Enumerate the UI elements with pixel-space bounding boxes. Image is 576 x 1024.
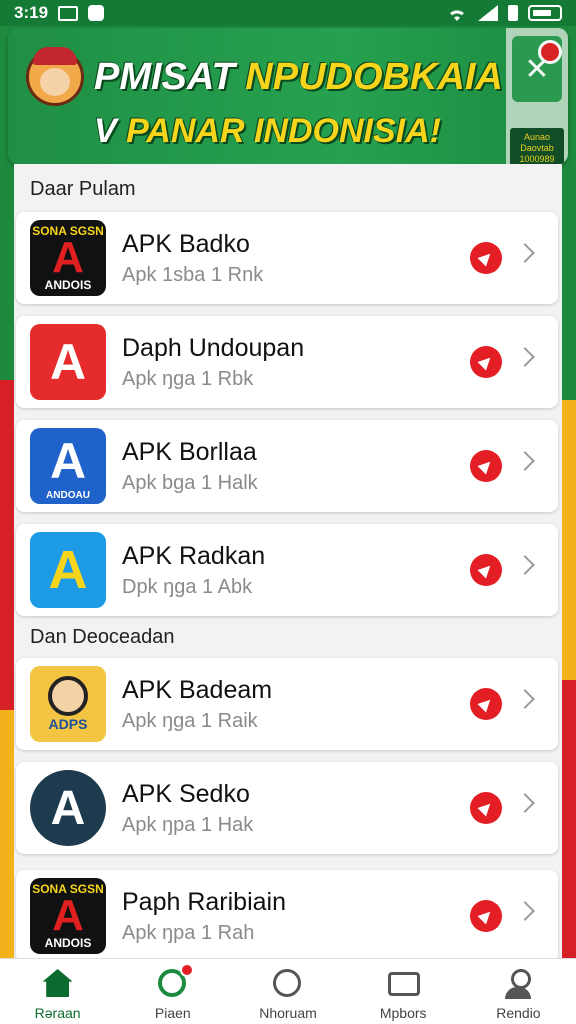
app-card[interactable]: SONA SGSN A ANDOIS Paph Raribiain Apk ŋp… xyxy=(16,870,558,962)
chevron-right-icon[interactable] xyxy=(515,347,535,367)
download-button[interactable] xyxy=(470,346,502,378)
home-icon xyxy=(42,969,73,999)
bottom-navigation: Rəraan Piaen Nhoruam Mpbors Rendio xyxy=(0,958,576,1024)
user-icon xyxy=(503,969,533,999)
section-title: Daar Pulam xyxy=(30,178,136,200)
download-button[interactable] xyxy=(470,792,502,824)
chevron-right-icon[interactable] xyxy=(515,451,535,471)
app-title: APK Borllaa xyxy=(122,438,257,466)
download-arrow-icon xyxy=(477,799,495,817)
status-time: 3:19 xyxy=(14,3,49,22)
app-subtitle: Apk ŋpa 1 Hak xyxy=(122,814,254,836)
notification-badge xyxy=(179,963,194,977)
download-arrow-icon xyxy=(477,561,495,579)
avatar xyxy=(48,676,88,716)
nav-label: Rəraan xyxy=(34,1005,81,1021)
app-card[interactable]: ADPS APK Badeam Apk ŋga 1 Raik xyxy=(16,658,558,750)
app-subtitle: Apk ŋga 1 Raik xyxy=(122,710,258,732)
app-title: APK Sedko xyxy=(122,780,250,808)
download-arrow-icon xyxy=(477,457,495,475)
chevron-right-icon[interactable] xyxy=(515,901,535,921)
banner-side-panel: ✕ Aunao Daovtab 1000989 xyxy=(506,28,568,164)
app-title: APK Badko xyxy=(122,230,250,258)
nav-pin[interactable]: Piaen xyxy=(115,959,230,1024)
status-bar: 3:19 xyxy=(0,0,576,26)
app-icon: A xyxy=(30,532,106,608)
app-subtitle: Apk ŋpa 1 Rah xyxy=(122,922,255,944)
notification-icon xyxy=(88,5,105,21)
download-arrow-icon xyxy=(477,353,495,371)
app-title: APK Badeam xyxy=(122,676,273,704)
nav-label: Piaen xyxy=(154,1005,191,1021)
app-list-panel: Daar Pulam SONA SGSN A ANDOIS APK Badko … xyxy=(14,164,562,962)
download-button[interactable] xyxy=(470,450,502,482)
wifi-icon xyxy=(446,8,468,21)
chevron-right-icon[interactable] xyxy=(515,243,535,263)
promo-banner[interactable]: PMISAT NPUDOBKAIA V PANAR INDONISIA! ✕ A… xyxy=(8,28,568,164)
app-icon: A xyxy=(30,770,106,846)
app-title: Paph Raribiain xyxy=(122,888,286,916)
nav-label: Nhoruam xyxy=(259,1005,317,1021)
app-subtitle: Apk bga 1 Halk xyxy=(122,472,258,494)
battery-icon xyxy=(528,5,562,21)
app-icon: SONA SGSN A ANDOIS xyxy=(30,220,106,296)
battery-saver-icon xyxy=(508,5,518,21)
pin-icon xyxy=(157,963,194,999)
right-decoration-stripe xyxy=(562,400,576,960)
app-icon: SONA SGSN A ANDOIS xyxy=(30,878,106,954)
app-subtitle: Apk ŋga 1 Rbk xyxy=(122,368,254,390)
section-title: Dan Deoceadan xyxy=(30,626,175,648)
mascot-avatar xyxy=(26,47,84,106)
notification-badge xyxy=(538,40,562,64)
download-button[interactable] xyxy=(470,242,502,274)
chevron-right-icon[interactable] xyxy=(515,689,535,709)
app-card[interactable]: A ANDOAU APK Borllaa Apk bga 1 Halk xyxy=(16,420,558,512)
download-arrow-icon xyxy=(477,907,495,925)
nav-label: Rendio xyxy=(496,1005,541,1021)
signal-icon xyxy=(478,5,498,21)
app-icon: A ANDOAU xyxy=(30,428,106,504)
chevron-right-icon[interactable] xyxy=(515,555,535,575)
download-button[interactable] xyxy=(470,688,502,720)
app-title: Daph Undoupan xyxy=(122,334,305,362)
nav-profile[interactable]: Rendio xyxy=(461,959,576,1024)
banner-headline-2: V PANAR INDONISIA! xyxy=(94,112,441,150)
app-icon: A xyxy=(30,324,106,400)
download-button[interactable] xyxy=(470,900,502,932)
download-arrow-icon xyxy=(477,695,495,713)
tv-icon xyxy=(388,969,421,999)
app-title: APK Radkan xyxy=(122,542,266,570)
chevron-right-icon[interactable] xyxy=(515,793,535,813)
nav-tv[interactable]: Mpbors xyxy=(346,959,461,1024)
nav-label: Mpbors xyxy=(379,1005,427,1021)
left-decoration-stripe xyxy=(0,380,14,980)
app-subtitle: Apk 1sba 1 Rnk xyxy=(122,264,264,286)
app-icon: ADPS xyxy=(30,666,106,742)
gallery-icon xyxy=(58,5,79,21)
app-subtitle: Dpk ŋga 1 Abk xyxy=(122,576,253,598)
app-card[interactable]: A Daph Undoupan Apk ŋga 1 Rbk xyxy=(16,316,558,408)
banner-side-info: Aunao Daovtab 1000989 xyxy=(510,128,564,164)
download-arrow-icon xyxy=(477,249,495,267)
download-button[interactable] xyxy=(470,554,502,586)
app-card[interactable]: A APK Radkan Dpk ŋga 1 Abk xyxy=(16,524,558,616)
nav-home[interactable]: Rəraan xyxy=(0,959,115,1024)
nav-compass[interactable]: Nhoruam xyxy=(230,959,345,1024)
app-card[interactable]: A APK Sedko Apk ŋpa 1 Hak xyxy=(16,762,558,854)
banner-headline-1: PMISAT NPUDOBKAIA xyxy=(94,56,503,98)
compass-icon xyxy=(273,969,303,999)
app-card[interactable]: SONA SGSN A ANDOIS APK Badko Apk 1sba 1 … xyxy=(16,212,558,304)
